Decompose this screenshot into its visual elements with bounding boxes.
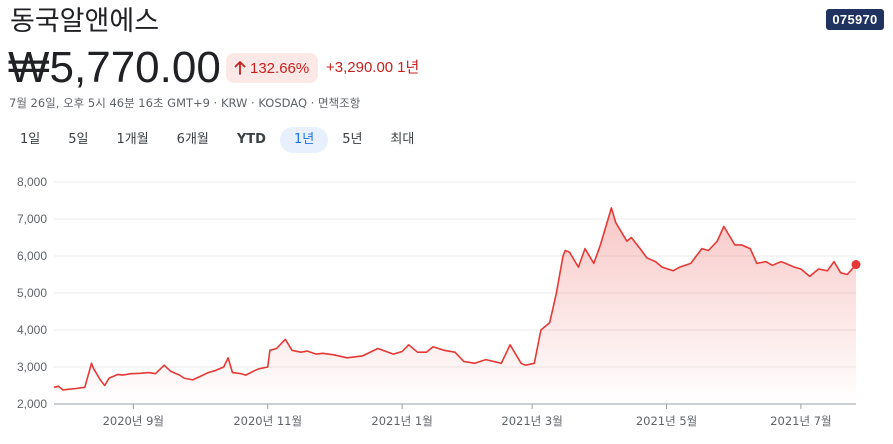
change-amount: +3,290.00 [326,59,394,76]
quote-meta: 7월 26일, 오후 5시 46분 16초 GMT+9 · KRW · KOSD… [9,96,361,110]
x-tick-label: 2021년 7월 [770,414,831,428]
y-tick-label: 7,000 [17,212,47,226]
y-tick-label: 6,000 [17,249,47,263]
x-tick-label: 2021년 3월 [501,414,562,428]
last-price-dot[interactable] [851,260,861,270]
price-chart[interactable]: 2,000 3,000 4,000 5,000 6,000 7,000 8,000 2020… [0,160,893,444]
x-tick-label: 2021년 5월 [636,414,697,428]
tab-6m[interactable]: 6개월 [163,127,223,153]
tab-ytd[interactable]: YTD [223,127,280,153]
tab-1m[interactable]: 1개월 [102,127,162,153]
arrow-up-icon [234,61,246,75]
tab-5y[interactable]: 5년 [328,127,376,153]
tab-1y[interactable]: 1년 [279,127,329,153]
y-tick-label: 4,000 [17,323,47,337]
change-amount-line: +3,290.00 1년 [326,58,419,78]
y-tick-label: 5,000 [17,286,47,300]
change-percent: 132.66% [250,59,310,77]
tab-5d[interactable]: 5일 [54,127,102,153]
price-area [54,207,856,404]
period-label: 1년 [397,59,420,76]
y-tick-label: 2,000 [17,397,47,411]
current-price: ₩5,770.00 [8,43,221,92]
y-tick-label: 8,000 [17,175,47,189]
tab-max[interactable]: 최대 [376,127,428,153]
change-percent-badge: 132.66% [226,53,319,83]
x-tick-label: 2021년 1월 [371,414,432,428]
company-name: 동국알앤에스 [10,6,160,37]
ticker-badge[interactable]: 075970 [826,9,884,30]
x-tick-label: 2020년 9월 [103,414,164,428]
range-tabs: 1일 5일 1개월 6개월 YTD 1년 5년 최대 [6,127,428,153]
tab-1d[interactable]: 1일 [6,127,54,153]
x-tick-label: 2020년 11월 [233,414,302,428]
y-tick-label: 3,000 [17,360,47,374]
